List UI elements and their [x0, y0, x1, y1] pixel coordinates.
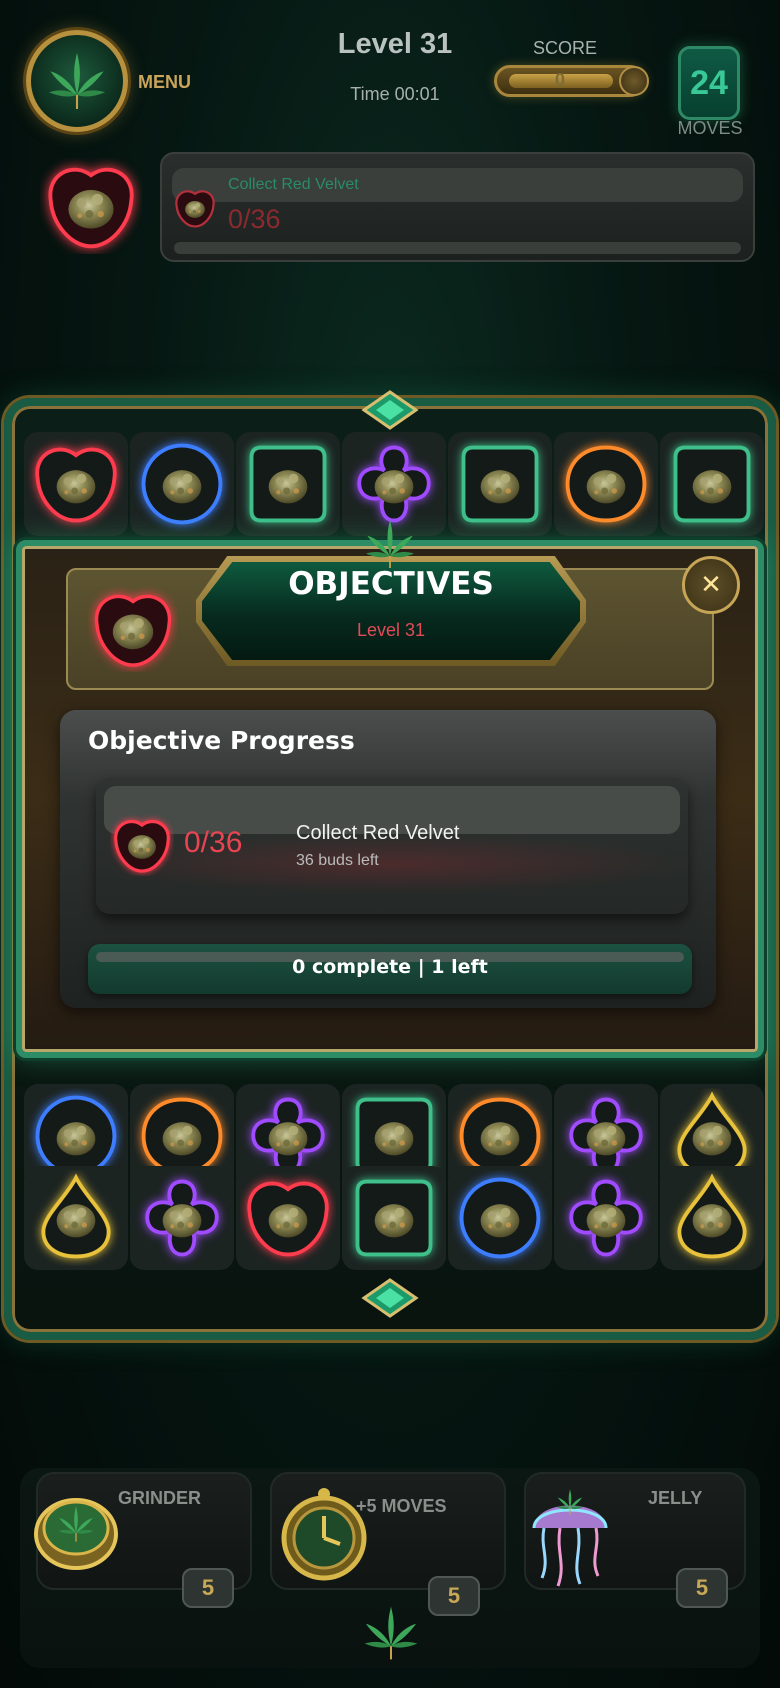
leaf-icon [42, 46, 112, 116]
board-tile-purple[interactable] [554, 1166, 658, 1270]
yellow-bud-icon [677, 1173, 747, 1259]
board-tile-green[interactable] [236, 432, 340, 536]
red-velvet-small-icon [175, 190, 215, 228]
board-tile-blue[interactable] [448, 1166, 552, 1270]
modal-title: OBJECTIVES [288, 566, 494, 602]
gem-ornament-icon [360, 390, 420, 430]
score-knob-icon [619, 66, 649, 96]
blue-bud-icon [459, 1177, 541, 1259]
time-label: Time 00:01 [350, 84, 440, 104]
yellow-bud-icon [41, 1173, 111, 1259]
booster-label: +5 MOVES [356, 1496, 447, 1516]
leaf-crest-icon [356, 514, 424, 574]
score-bar: 0 [494, 65, 649, 97]
close-icon: ✕ [700, 570, 722, 600]
board-tile-blue[interactable] [130, 432, 234, 536]
jellyfish-icon [532, 1488, 608, 1587]
red-bud-icon [247, 1181, 329, 1257]
objective-strip: Collect Red Velvet 0/36 [160, 152, 755, 262]
booster-label: GRINDER [118, 1488, 202, 1508]
score-value: 0 [554, 70, 565, 90]
orange-bud-icon [565, 445, 647, 523]
board-tile-green[interactable] [342, 1166, 446, 1270]
green-bud-icon [355, 1179, 433, 1257]
objective-summary-text: 0 complete | 1 left [292, 956, 488, 978]
board-tile-orange[interactable] [554, 432, 658, 536]
modal-subtitle: Level 31 [356, 620, 426, 640]
board-tile-green[interactable] [448, 432, 552, 536]
red-velvet-bud-icon [114, 820, 170, 873]
objective-strip-count: 0/36 [228, 204, 281, 234]
score-label: SCORE [532, 38, 597, 58]
leaf-ornament-icon [356, 1600, 426, 1666]
level-title: Level 31 [337, 28, 453, 60]
grinder-icon [34, 1498, 118, 1570]
moves-label: MOVES [677, 118, 743, 138]
red-velvet-bud-icon [48, 167, 134, 249]
close-button[interactable]: ✕ [682, 556, 740, 614]
red-velvet-bud-icon [94, 594, 172, 667]
gem-ornament-icon [360, 1278, 420, 1318]
objective-progress-title: Objective Progress [88, 726, 355, 755]
menu-label[interactable]: MENU [138, 72, 191, 93]
booster-count: 5 [676, 1568, 728, 1608]
green-bud-icon [673, 445, 751, 523]
objective-strip-name: Collect Red Velvet [228, 176, 359, 193]
objective-item-name: Collect Red Velvet [296, 822, 460, 844]
green-bud-icon [461, 445, 539, 523]
objective-item-remaining: 36 buds left [296, 852, 379, 869]
green-bud-icon [249, 445, 327, 523]
objective-strip-footer [174, 242, 741, 254]
objective-item-count: 0/36 [184, 826, 243, 859]
board-tile-green[interactable] [660, 432, 764, 536]
board-tile-yellow[interactable] [660, 1166, 764, 1270]
menu-button[interactable] [26, 30, 128, 132]
blue-bud-icon [141, 443, 223, 525]
board-row-4 [24, 1166, 765, 1270]
board-tile-red[interactable] [236, 1166, 340, 1270]
booster-label: JELLY [648, 1488, 703, 1508]
red-bud-icon [35, 447, 117, 523]
booster-count: 5 [182, 1568, 234, 1608]
booster-count: 5 [428, 1576, 480, 1616]
board-tile-purple[interactable] [130, 1166, 234, 1270]
purple-bud-icon [569, 1179, 643, 1257]
purple-bud-icon [145, 1179, 219, 1257]
board-tile-yellow[interactable] [24, 1166, 128, 1270]
board-tile-red[interactable] [24, 432, 128, 536]
moves-counter: 24 [678, 46, 740, 120]
